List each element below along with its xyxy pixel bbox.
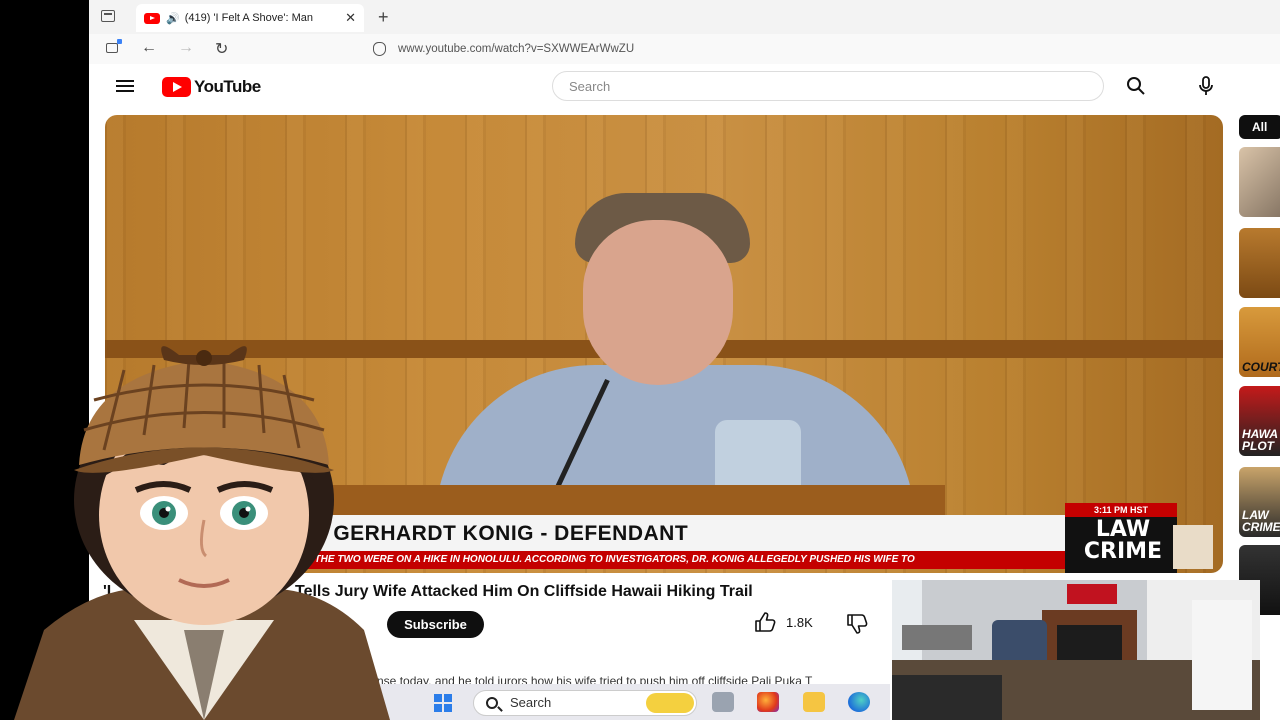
- tab-list-icon[interactable]: [101, 10, 115, 22]
- thumbs-down-icon[interactable]: [846, 614, 868, 634]
- search-icon: [486, 697, 498, 709]
- taskbar-search-label: Search: [510, 695, 552, 710]
- witness-stand: [305, 485, 945, 515]
- thumbnail-text: HAWA PLOT: [1242, 427, 1278, 453]
- address-bar[interactable]: www.youtube.com/watch?v=SXWWEArWwZU: [398, 43, 634, 55]
- sidebar-thumbnail[interactable]: COURT: [1239, 307, 1280, 377]
- cartoon-detective-overlay: [14, 346, 390, 720]
- lower-third-title: S: GERHARDT KONIG - DEFENDANT: [295, 515, 1065, 551]
- plus-icon[interactable]: +: [378, 7, 389, 28]
- youtube-favicon-icon: [144, 12, 160, 24]
- webcam-overlay: [892, 580, 1260, 720]
- like-button[interactable]: 1.8K: [754, 612, 813, 632]
- close-icon[interactable]: ✕: [345, 10, 356, 26]
- browser-tab[interactable]: 🔊 (419) 'I Felt A Shove': Man ✕: [136, 4, 364, 32]
- brand-logo-text: LAW CRIME: [1071, 519, 1175, 563]
- search-input[interactable]: [552, 71, 1104, 101]
- news-lower-third: S: GERHARDT KONIG - DEFENDANT LE THE TWO…: [295, 503, 1223, 573]
- anchor-thumbnail: [1173, 525, 1213, 569]
- like-count: 1.8K: [786, 614, 813, 630]
- sidebar-thumbnail[interactable]: [1239, 228, 1280, 298]
- youtube-logo-text: YouTube: [194, 77, 261, 96]
- subscribe-button[interactable]: Subscribe: [387, 611, 484, 638]
- extension-icon[interactable]: [106, 39, 122, 53]
- sidebar-thumbnail[interactable]: LAW CRIME: [1239, 467, 1280, 537]
- chip-all[interactable]: All: [1239, 115, 1280, 139]
- tab-title: (419) 'I Felt A Shove': Man: [184, 12, 314, 24]
- brand-line-1: LAW: [1095, 517, 1151, 542]
- brand-line-2: CRIME: [1083, 539, 1163, 564]
- youtube-logo[interactable]: YouTube: [162, 77, 261, 97]
- forward-icon[interactable]: →: [178, 39, 194, 57]
- nav-bar: ← → ↻ www.youtube.com/watch?v=SXWWEArWwZ…: [89, 34, 1280, 64]
- windows-icon[interactable]: [434, 694, 452, 712]
- tab-strip: 🔊 (419) 'I Felt A Shove': Man ✕ +: [89, 0, 1280, 34]
- taskbar-search[interactable]: Search: [473, 690, 697, 716]
- shield-icon[interactable]: [373, 42, 386, 56]
- law-crime-logo: 3:11 PM HST LAW CRIME: [1065, 503, 1177, 573]
- room-scene: [892, 580, 1260, 720]
- witness-head: [583, 220, 733, 385]
- thumbnail-text: COURT: [1242, 360, 1280, 374]
- speaker-icon[interactable]: 🔊: [166, 12, 180, 25]
- edge-icon[interactable]: [848, 692, 870, 712]
- search-highlight-icon: [646, 693, 694, 713]
- sidebar-thumbnail[interactable]: HAWA PLOT: [1239, 386, 1280, 456]
- firefox-icon[interactable]: [757, 692, 779, 712]
- task-view-icon[interactable]: [712, 692, 734, 712]
- youtube-header: YouTube: [89, 64, 1280, 108]
- reload-icon[interactable]: ↻: [215, 39, 228, 59]
- broadcast-time: 3:11 PM HST: [1065, 503, 1177, 517]
- news-ticker: LE THE TWO WERE ON A HIKE IN HONOLULU. A…: [295, 551, 1065, 569]
- youtube-play-icon: [162, 77, 191, 97]
- sidebar-thumbnail[interactable]: [1239, 147, 1280, 217]
- mic-icon[interactable]: [1198, 76, 1214, 96]
- thumbnail-text: LAW CRIME: [1242, 508, 1280, 534]
- thumbs-up-icon: [755, 612, 776, 632]
- hamburger-icon[interactable]: [116, 80, 134, 92]
- search-icon[interactable]: [1126, 76, 1146, 96]
- windows-taskbar: Search: [330, 684, 890, 720]
- file-explorer-icon[interactable]: [803, 692, 825, 712]
- back-icon[interactable]: ←: [141, 39, 157, 57]
